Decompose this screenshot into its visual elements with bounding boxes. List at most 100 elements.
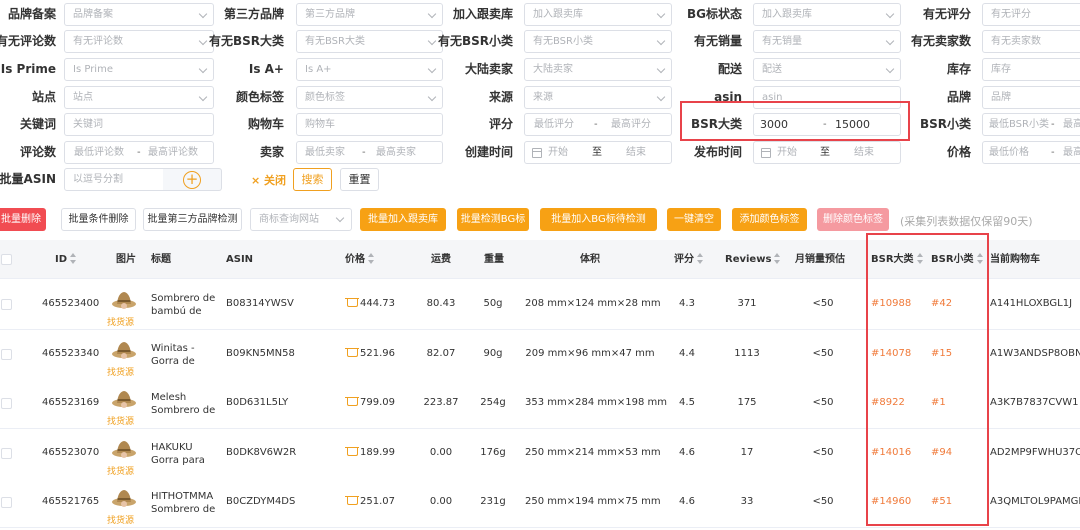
- publish-time-range[interactable]: 开始 至 结束: [753, 141, 901, 164]
- seller-range[interactable]: 最低卖家 - 最高卖家: [296, 141, 443, 164]
- trademark-site-select[interactable]: 商标查询网站: [250, 208, 352, 231]
- col-bsr-main[interactable]: BSR大类: [871, 240, 924, 279]
- brand-filing-select[interactable]: 品牌备案: [64, 3, 214, 26]
- sort-icon[interactable]: [70, 252, 77, 264]
- cell-asin[interactable]: B0DK8V6W2R: [226, 447, 296, 458]
- bulk-bg-check-button[interactable]: 批量检测BG标: [457, 208, 529, 231]
- color-tag-select[interactable]: 颜色标签: [296, 86, 443, 109]
- has-rating-select[interactable]: 有无评分: [982, 3, 1080, 26]
- bsr-sub-max-input[interactable]: 最高: [1063, 114, 1080, 135]
- delete-color-tag-button[interactable]: 删除颜色标签: [817, 208, 889, 231]
- table-row[interactable]: 465523169 找货源 Melesh Sombrero de vaquero.…: [0, 379, 1080, 429]
- review-count-min-input[interactable]: 最低评论数: [74, 142, 124, 163]
- hat-thumbnail[interactable]: [110, 434, 138, 462]
- bsr-sub-range[interactable]: 最低BSR小类 - 最高: [982, 113, 1080, 136]
- bsr-main-max-input[interactable]: 15000: [835, 114, 870, 135]
- is-prime-select[interactable]: Is Prime: [64, 58, 214, 81]
- table-row[interactable]: 465521765 找货源 HITHOTMMA Sombrero de S... B…: [0, 478, 1080, 528]
- search-button[interactable]: 搜索: [293, 168, 332, 191]
- cell-title[interactable]: Sombrero de bambú de mod...: [151, 292, 221, 319]
- bsr-main-range[interactable]: 3000 - 15000: [753, 113, 901, 136]
- cell-asin[interactable]: B0CZDYM4DS: [226, 496, 295, 507]
- find-source-link[interactable]: 找货源: [107, 315, 134, 328]
- sort-icon[interactable]: [916, 252, 924, 264]
- find-source-link[interactable]: 找货源: [107, 464, 134, 477]
- row-checkbox[interactable]: [1, 398, 12, 409]
- plus-circle-icon[interactable]: +: [183, 171, 201, 189]
- has-seller-count-select[interactable]: 有无卖家数: [982, 30, 1080, 53]
- table-row[interactable]: 465523070 找货源 HAKUKU Gorra para Frio para…: [0, 429, 1080, 479]
- has-bsr-sub-select[interactable]: 有无BSR小类: [524, 30, 672, 53]
- table-row[interactable]: 465523400 找货源 Sombrero de bambú de mod...…: [0, 280, 1080, 330]
- is-a-plus-select[interactable]: Is A+: [296, 58, 443, 81]
- col-rating[interactable]: 评分: [674, 240, 704, 279]
- col-bsr-sub[interactable]: BSR小类: [931, 240, 984, 279]
- cell-title[interactable]: HITHOTMMA Sombrero de S...: [151, 490, 221, 517]
- one-click-clear-button[interactable]: 一键清空: [667, 208, 721, 231]
- bsr-main-min-input[interactable]: 3000: [760, 114, 788, 135]
- add-to-tracking-select[interactable]: 加入跟卖库: [524, 3, 672, 26]
- created-end-input[interactable]: 结束: [626, 142, 646, 163]
- sort-icon[interactable]: [697, 252, 704, 264]
- third-party-brand-select[interactable]: 第三方品牌: [296, 3, 443, 26]
- bg-status-select[interactable]: 加入跟卖库: [753, 3, 901, 26]
- hat-thumbnail[interactable]: [110, 285, 138, 313]
- bulk-add-tracking-button[interactable]: 批量加入跟卖库: [360, 208, 446, 231]
- hat-thumbnail[interactable]: [110, 483, 138, 511]
- row-checkbox[interactable]: [1, 497, 12, 508]
- cell-title[interactable]: Melesh Sombrero de vaquero...: [151, 391, 221, 418]
- cell-asin[interactable]: B0D631L5LY: [226, 397, 288, 408]
- sort-icon[interactable]: [368, 252, 375, 264]
- publish-end-input[interactable]: 结束: [854, 142, 874, 163]
- bulk-third-party-check-button[interactable]: 批量第三方品牌检测: [143, 208, 242, 231]
- review-count-range[interactable]: 最低评论数 - 最高评论数: [64, 141, 214, 164]
- sort-icon[interactable]: [976, 252, 984, 264]
- stock-select[interactable]: 库存: [982, 58, 1080, 81]
- sort-icon[interactable]: [774, 252, 781, 264]
- source-select[interactable]: 来源: [524, 86, 672, 109]
- rating-min-input[interactable]: 最低评分: [534, 114, 574, 135]
- created-start-input[interactable]: 开始: [548, 142, 568, 163]
- row-checkbox[interactable]: [1, 349, 12, 360]
- has-reviews-select[interactable]: 有无评论数: [64, 30, 214, 53]
- brand-input[interactable]: 品牌: [982, 86, 1080, 109]
- col-reviews[interactable]: Reviews: [725, 240, 781, 279]
- buybox-input[interactable]: 购物车: [296, 113, 443, 136]
- site-select[interactable]: 站点: [64, 86, 214, 109]
- add-color-tag-button[interactable]: 添加颜色标签: [732, 208, 807, 231]
- keyword-input[interactable]: 关键词: [64, 113, 214, 136]
- delivery-select[interactable]: 配送: [753, 58, 901, 81]
- cell-title[interactable]: HAKUKU Gorra para Frio para...: [151, 441, 221, 468]
- bulk-condition-delete-button[interactable]: 批量条件删除: [61, 208, 136, 231]
- seller-max-input[interactable]: 最高卖家: [376, 142, 416, 163]
- asin-input[interactable]: asin: [753, 86, 901, 109]
- hat-thumbnail[interactable]: [110, 384, 138, 412]
- price-max-input[interactable]: 最高: [1063, 142, 1080, 163]
- find-source-link[interactable]: 找货源: [107, 365, 134, 378]
- price-range[interactable]: 最低价格 - 最高: [982, 141, 1080, 164]
- mainland-seller-select[interactable]: 大陆卖家: [524, 58, 672, 81]
- review-count-max-input[interactable]: 最高评论数: [148, 142, 198, 163]
- row-checkbox[interactable]: [1, 448, 12, 459]
- bulk-add-bg-check-button[interactable]: 批量加入BG标待检测: [540, 208, 657, 231]
- created-time-range[interactable]: 开始 至 结束: [524, 141, 672, 164]
- publish-start-input[interactable]: 开始: [777, 142, 797, 163]
- has-bsr-main-select[interactable]: 有无BSR大类: [296, 30, 443, 53]
- col-id[interactable]: ID: [55, 240, 77, 279]
- col-price[interactable]: 价格: [345, 240, 375, 279]
- price-min-input[interactable]: 最低价格: [989, 142, 1029, 163]
- rating-max-input[interactable]: 最高评分: [611, 114, 651, 135]
- find-source-link[interactable]: 找货源: [107, 414, 134, 427]
- cell-title[interactable]: Winitas - Gorra de béisbol su...: [151, 342, 221, 369]
- has-sales-select[interactable]: 有无销量: [753, 30, 901, 53]
- bsr-sub-min-input[interactable]: 最低BSR小类: [989, 114, 1049, 135]
- table-row[interactable]: 465523340 找货源 Winitas - Gorra de béisbol …: [0, 330, 1080, 380]
- select-all-checkbox[interactable]: [1, 254, 12, 265]
- cell-asin[interactable]: B09KN5MN58: [226, 348, 295, 359]
- row-checkbox[interactable]: [1, 299, 12, 310]
- rating-range[interactable]: 最低评分 - 最高评分: [524, 113, 672, 136]
- hat-thumbnail[interactable]: [110, 335, 138, 363]
- reset-button[interactable]: 重置: [340, 168, 379, 191]
- bulk-asin-input[interactable]: 以逗号分割: [64, 168, 164, 191]
- find-source-link[interactable]: 找货源: [107, 513, 134, 526]
